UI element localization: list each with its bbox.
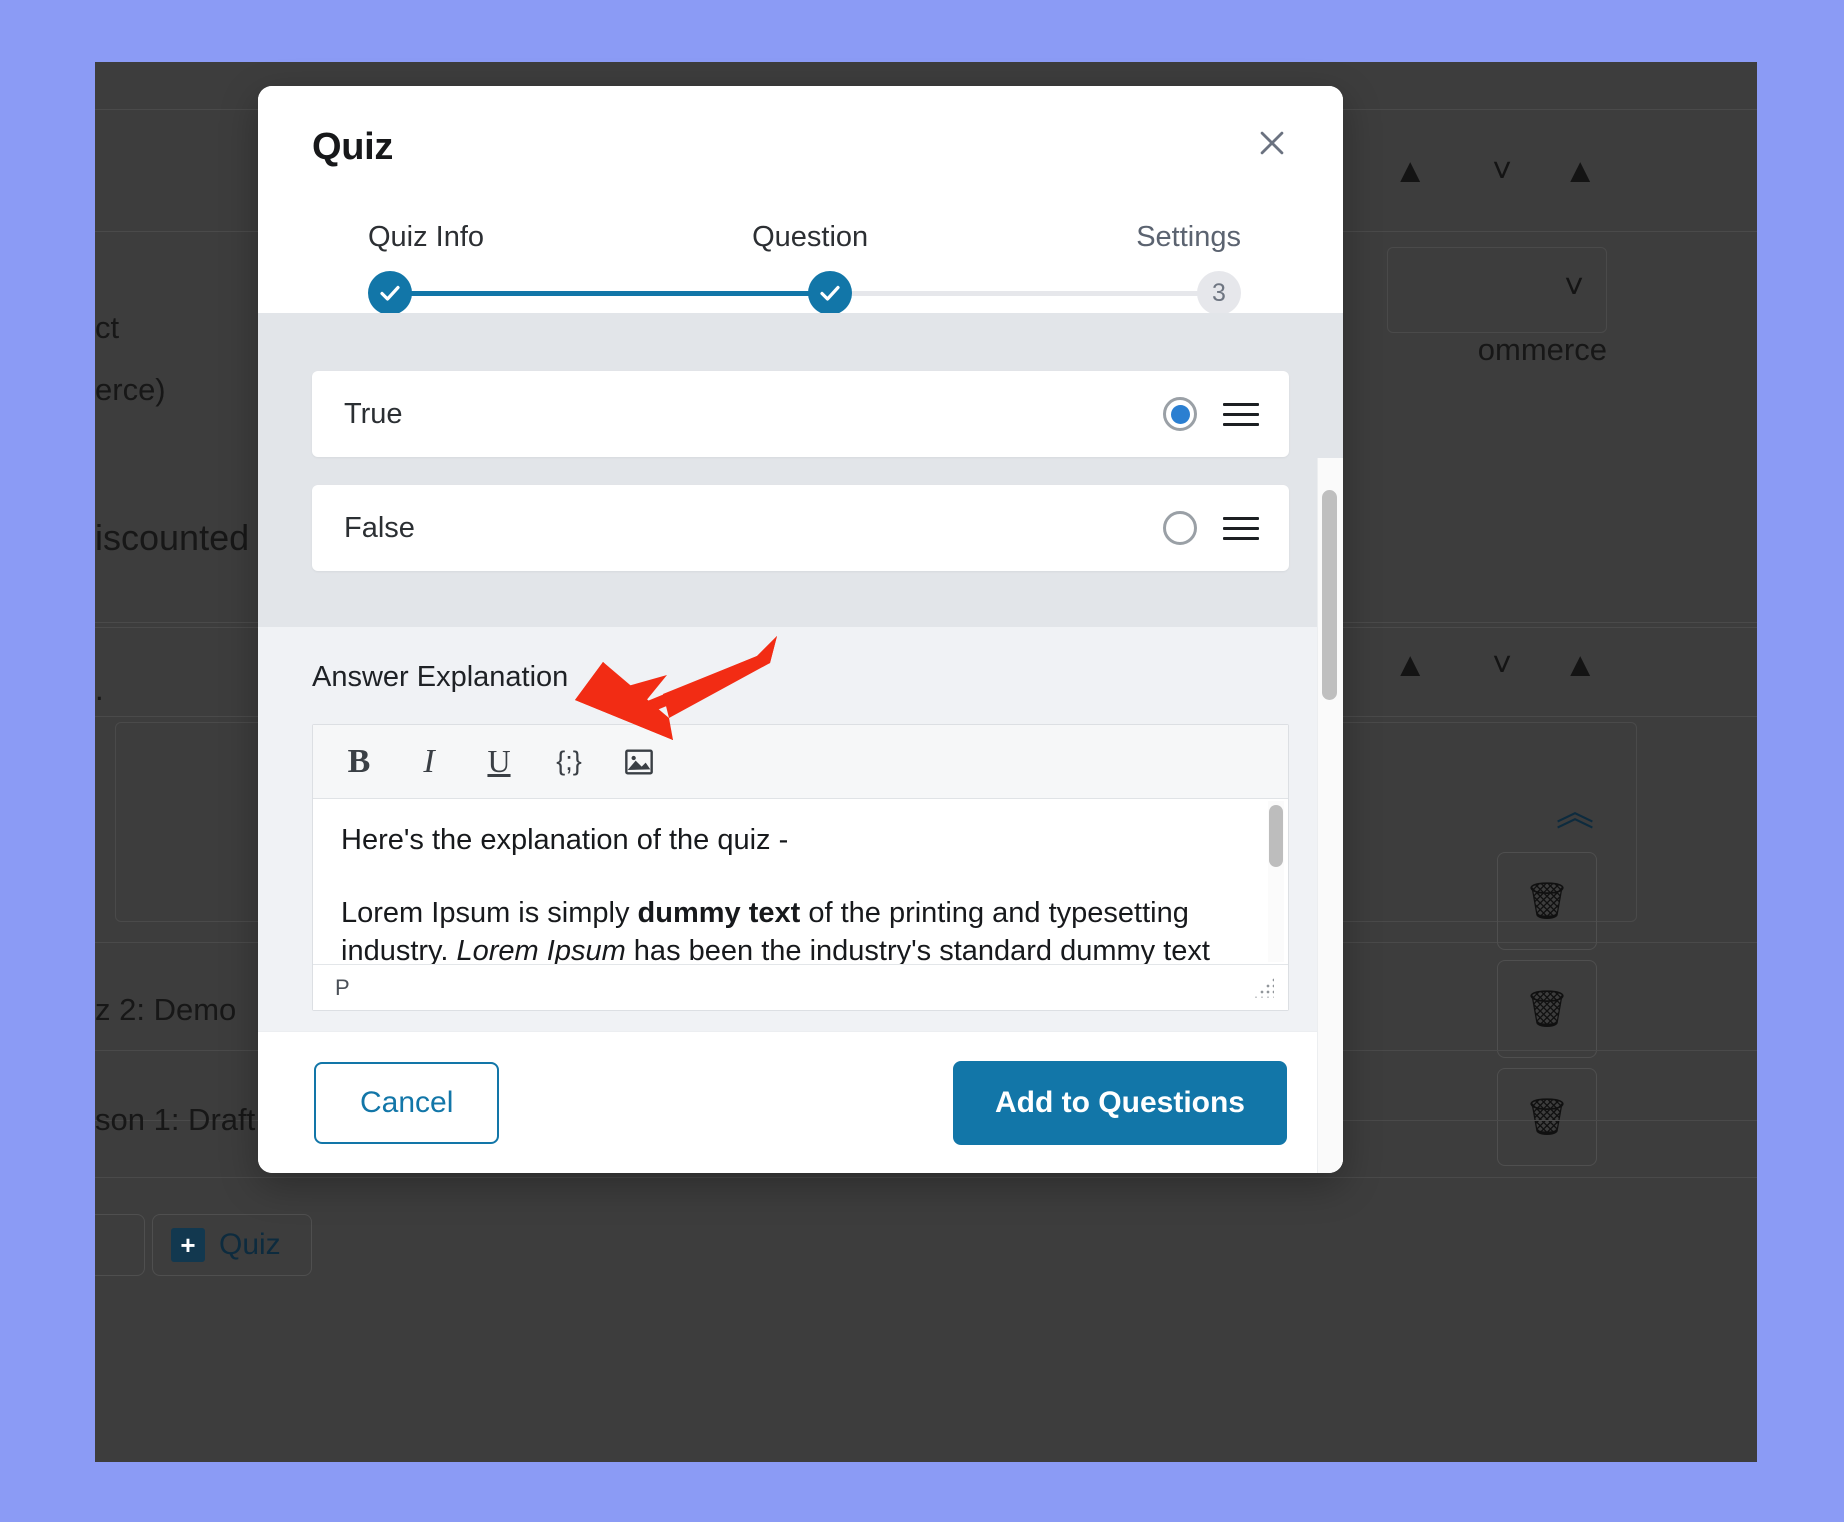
bg-text-fragment: ommerce [1477,332,1607,367]
add-to-questions-button[interactable]: Add to Questions [953,1060,1287,1145]
step-label-question[interactable]: Question [752,221,868,254]
triangle-up-icon[interactable]: ▲ [1563,154,1597,188]
add-quiz-button[interactable]: + Quiz [152,1214,312,1276]
cancel-button[interactable]: Cancel [314,1061,500,1144]
modal-title: Quiz [312,126,394,168]
answer-option-label: True [344,397,403,430]
editor-paragraph-1: Here's the explanation of the quiz - [341,824,789,856]
wizard-stepper: Quiz Info Question Settings 3 [368,221,1241,315]
editor-resize-handle[interactable] [1254,977,1274,998]
bg-list-item-label: z 2: Demo [95,992,237,1027]
editor-content-area[interactable]: Here's the explanation of the quiz - Lor… [313,799,1288,964]
answer-option-label: False [344,511,415,544]
close-icon[interactable] [1249,120,1295,166]
radio-dot-icon [1170,404,1190,424]
add-quiz-label: Quiz [219,1228,281,1261]
quiz-modal: Quiz Quiz Info Question Settings 3 True … [258,86,1343,1173]
bg-text-fragment: erce) [95,372,166,407]
editor-status-bar: P [313,964,1288,1010]
step-label-settings[interactable]: Settings [1136,221,1241,254]
plus-icon: + [171,1228,205,1262]
bg-add-button-partial[interactable] [95,1214,145,1276]
editor-paragraph-2: Lorem Ipsum is simply dummy text of the … [341,896,1210,964]
step-dot-question[interactable] [808,271,852,315]
answer-options-panel: True False [258,313,1343,627]
delete-row-button[interactable]: 🗑 [1497,852,1597,950]
answer-option-row[interactable]: True [312,371,1289,457]
delete-row-button[interactable]: 🗑 [1497,1068,1597,1166]
drag-handle-icon[interactable] [1223,510,1259,547]
answer-radio-unselected[interactable] [1163,511,1197,545]
chevron-down-icon[interactable]: ˅ [1492,154,1512,188]
rich-text-editor: B I U {;} Here's the explanation of the … [312,724,1289,1011]
bg-select-control[interactable]: ˅ [1387,247,1607,333]
answer-explanation-section: Answer Explanation B I U {;} Here's the … [258,627,1343,1011]
chevron-up-icon[interactable]: ︽ [1556,781,1594,836]
step-label-quiz-info[interactable]: Quiz Info [368,221,484,254]
stepper-labels: Quiz Info Question Settings [368,221,1241,254]
underline-button[interactable]: U [471,736,527,788]
modal-body: True False Answer Explanation B I U {;} [258,313,1343,1031]
insert-image-button[interactable] [611,736,667,788]
drag-handle-icon[interactable] [1223,396,1259,433]
italic-button[interactable]: I [401,736,457,788]
editor-scrollbar-thumb[interactable] [1269,805,1283,867]
modal-scrollbar-thumb[interactable] [1322,490,1337,700]
chevron-down-icon[interactable]: ˅ [1492,648,1512,682]
modal-header: Quiz Quiz Info Question Settings 3 [258,86,1343,315]
chevron-down-icon: ˅ [1564,268,1584,306]
answer-radio-selected[interactable] [1163,397,1197,431]
step-dot-quiz-info[interactable] [368,271,412,315]
bg-divider [95,1177,1757,1178]
triangle-up-icon[interactable]: ▲ [1393,648,1427,682]
step-dot-settings[interactable]: 3 [1197,271,1241,315]
answer-option-row[interactable]: False [312,485,1289,571]
delete-row-button[interactable]: 🗑 [1497,960,1597,1058]
stepper-progress-fill [384,291,826,296]
bg-text-fragment: ct [95,310,120,345]
triangle-up-icon[interactable]: ▲ [1563,648,1597,682]
answer-explanation-label: Answer Explanation [312,661,569,693]
editor-toolbar: B I U {;} [313,725,1288,799]
modal-footer: Cancel Add to Questions [258,1031,1343,1173]
triangle-up-icon[interactable]: ▲ [1393,154,1427,188]
editor-element-path: P [335,974,350,1000]
bold-button[interactable]: B [331,736,387,788]
code-button[interactable]: {;} [541,736,597,788]
